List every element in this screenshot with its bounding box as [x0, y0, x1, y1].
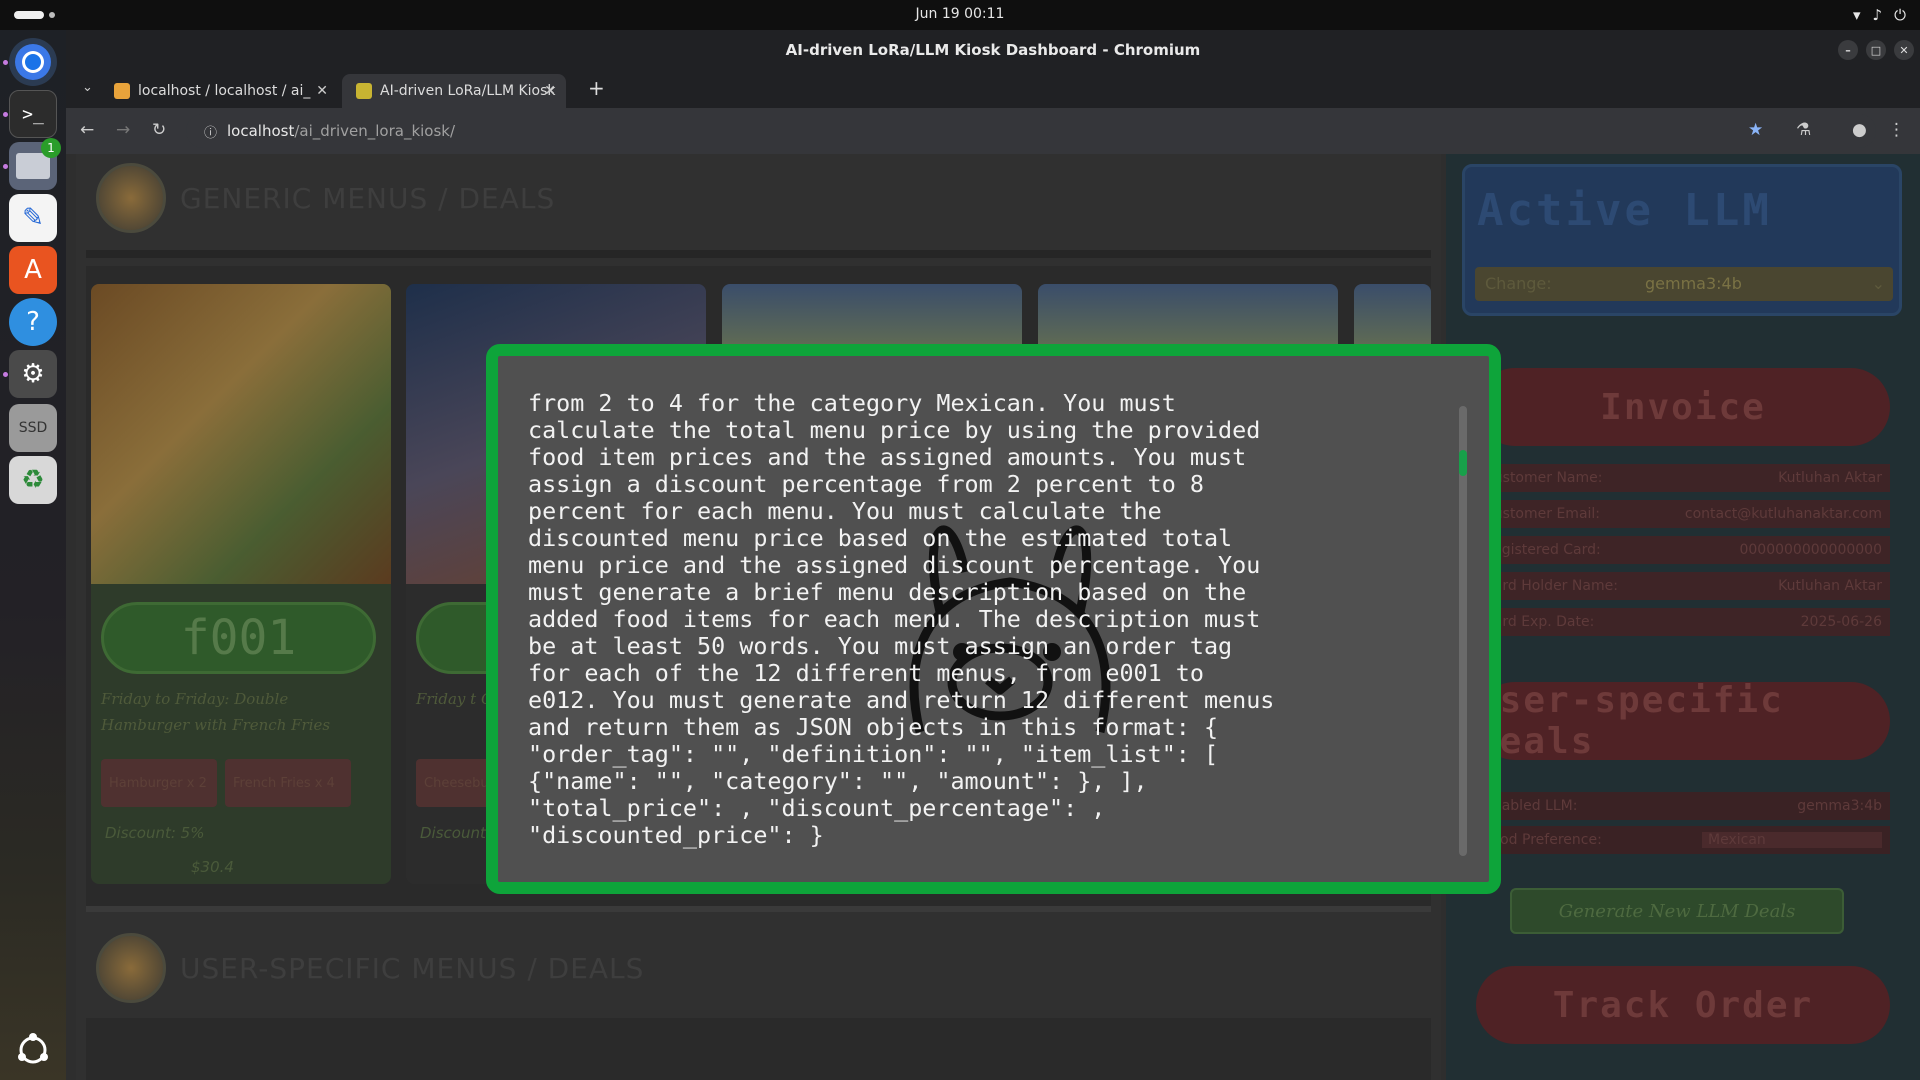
registered-card-row: Registered Card: 0000000000000000 — [1476, 536, 1890, 564]
menu-item-chip: Hamburger x 2 — [101, 759, 217, 807]
new-tab-icon[interactable]: + — [588, 76, 605, 100]
bookmark-star-icon[interactable]: ★ — [1748, 120, 1763, 140]
back-icon[interactable]: ← — [80, 120, 94, 140]
menu-image — [91, 284, 391, 584]
generic-menus-heading: GENERIC MENUS / DEALS — [180, 181, 556, 215]
enabled-llm-row: Enabled LLM: gemma3:4b — [1476, 792, 1890, 820]
terminal-icon[interactable]: >_ — [9, 90, 57, 138]
invoice-button[interactable]: Invoice — [1476, 368, 1890, 446]
food-preference-row[interactable]: Food Preference: Mexican — [1476, 826, 1890, 854]
menu-item-chip: French Fries x 4 — [225, 759, 351, 807]
llm-prompt-text: from 2 to 4 for the category Mexican. Yo… — [528, 389, 1275, 849]
text-editor-icon[interactable]: ✎ — [9, 194, 57, 242]
reload-icon[interactable]: ↻ — [152, 120, 166, 140]
volume-icon[interactable]: ♪ — [1873, 6, 1883, 24]
food-preference-select[interactable]: Mexican — [1702, 832, 1882, 848]
settings-gear-icon[interactable]: ⚙ — [9, 350, 57, 398]
divider — [86, 250, 1431, 258]
side-panel: Active LLM Change: gemma3:4b ⌄ Invoice C… — [1446, 154, 1920, 1080]
labs-flask-icon[interactable]: ⚗ — [1796, 120, 1811, 140]
menu-kebab-icon[interactable]: ⋮ — [1888, 120, 1905, 140]
llm-prompt-modal: from 2 to 4 for the category Mexican. Yo… — [486, 344, 1501, 894]
system-top-bar: Jun 19 00:11 ▾ ♪ ⏻ — [0, 0, 1920, 30]
chromium-icon[interactable] — [9, 38, 57, 86]
show-apps-icon[interactable] — [9, 1026, 57, 1074]
active-llm-heading: Active LLM — [1477, 185, 1772, 236]
forward-icon[interactable]: → — [116, 120, 130, 140]
user-menus-header: USER-SPECIFIC MENUS / DEALS — [86, 924, 1431, 1012]
url-host: localhost — [227, 122, 295, 140]
menu-card-f001[interactable]: f001 Friday to Friday: Double Hamburger … — [91, 284, 391, 884]
card-holder-row: Card Holder Name: Kutluhan Aktar — [1476, 572, 1890, 600]
app-center-icon[interactable]: A — [9, 246, 57, 294]
menu-card[interactable] — [1354, 284, 1431, 344]
close-icon[interactable]: ✕ — [1894, 40, 1914, 60]
maximize-icon[interactable]: □ — [1866, 40, 1886, 60]
kiosk-logo — [96, 933, 166, 1003]
tab-search-icon[interactable]: ⌄ — [82, 80, 93, 95]
url-path: /ai_driven_lora_kiosk/ — [294, 122, 456, 140]
system-clock[interactable]: Jun 19 00:11 — [0, 6, 1920, 22]
menu-discount: Discount: — [420, 824, 491, 842]
window-title: AI-driven LoRa/LLM Kiosk Dashboard - Chr… — [785, 41, 1201, 59]
power-icon[interactable]: ⏻ — [1894, 6, 1906, 24]
files-badge: 1 — [41, 138, 61, 158]
kiosk-favicon-icon — [356, 83, 372, 99]
card-exp-row: Card Exp. Date: 2025-06-26 — [1476, 608, 1890, 636]
user-menus-carousel[interactable] — [86, 1018, 1431, 1080]
menu-price: $30.4 — [191, 858, 234, 876]
tab-label: localhost / localhost / ai_ — [138, 83, 311, 99]
menu-card[interactable] — [1038, 284, 1338, 344]
llm-select[interactable]: Change: gemma3:4b ⌄ — [1475, 267, 1893, 301]
llm-selected-value: gemma3:4b — [1645, 274, 1742, 293]
chevron-down-icon: ⌄ — [1871, 274, 1885, 293]
menu-card[interactable] — [722, 284, 1022, 344]
tab-phpmyadmin[interactable]: localhost / localhost / ai_ ✕ — [100, 74, 338, 108]
user-menus-heading: USER-SPECIFIC MENUS / DEALS — [180, 951, 645, 985]
track-order-button[interactable]: Track Order — [1476, 966, 1890, 1044]
menu-order-tag[interactable]: f001 — [101, 602, 376, 674]
help-icon[interactable]: ? — [9, 298, 57, 346]
dock: >_ 1 ✎ A ? ⚙ SSD ♻ — [0, 30, 66, 1080]
phpmyadmin-favicon-icon — [114, 83, 130, 99]
site-info-icon[interactable]: ⓘ — [204, 122, 217, 141]
tab-close-icon[interactable]: ✕ — [316, 83, 328, 99]
browser-toolbar: ← → ↻ ⓘ localhost/ai_driven_lora_kiosk/ … — [66, 108, 1920, 154]
carousel-scrollbar[interactable] — [86, 906, 1431, 912]
kiosk-logo — [96, 163, 166, 233]
tab-strip: ⌄ localhost / localhost / ai_ ✕ AI-drive… — [66, 70, 1920, 108]
window-titlebar: AI-driven LoRa/LLM Kiosk Dashboard - Chr… — [66, 30, 1920, 70]
minimize-icon[interactable]: – — [1838, 40, 1858, 60]
profile-icon[interactable]: ● — [1852, 120, 1867, 140]
active-llm-box: Active LLM Change: gemma3:4b ⌄ — [1462, 164, 1902, 316]
modal-scrollbar-thumb[interactable] — [1459, 450, 1467, 476]
menu-discount: Discount: 5% — [105, 824, 205, 842]
generic-menus-header: GENERIC MENUS / DEALS — [86, 154, 1431, 242]
generate-llm-deals-button[interactable]: Generate New LLM Deals — [1510, 888, 1844, 934]
tab-label: AI-driven LoRa/LLM Kiosk — [380, 83, 556, 99]
change-label: Change: — [1485, 274, 1552, 293]
ssd-drive-icon[interactable]: SSD — [9, 404, 57, 452]
menu-description: Friday to Friday: Double Hamburger with … — [101, 690, 331, 734]
wifi-icon[interactable]: ▾ — [1853, 6, 1861, 24]
tab-close-icon[interactable]: ✕ — [544, 83, 556, 99]
user-specific-deals-button[interactable]: User-specific Deals — [1476, 680, 1890, 762]
files-icon[interactable]: 1 — [9, 138, 61, 190]
trash-icon[interactable]: ♻ — [9, 456, 57, 504]
tab-kiosk-dashboard[interactable]: AI-driven LoRa/LLM Kiosk ✕ — [342, 74, 566, 108]
address-bar[interactable]: ⓘ localhost/ai_driven_lora_kiosk/ — [186, 114, 1876, 148]
customer-email-row: Customer Email: contact@kutluhanaktar.com — [1476, 500, 1890, 528]
system-tray[interactable]: ▾ ♪ ⏻ — [1853, 6, 1906, 24]
customer-name-row: Customer Name: Kutluhan Aktar — [1476, 464, 1890, 492]
